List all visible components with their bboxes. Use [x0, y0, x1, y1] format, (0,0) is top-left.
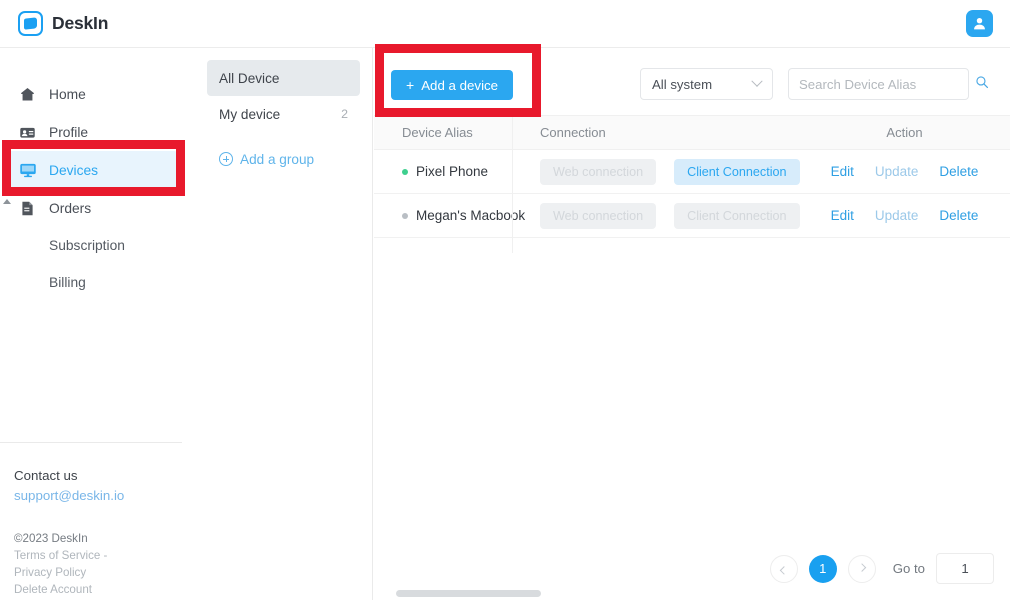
collapse-caret-icon[interactable] [3, 199, 11, 204]
sidebar-subitem-label: Subscription [49, 238, 125, 253]
table-row: Pixel Phone Web connection Client Connec… [374, 150, 1010, 194]
profile-icon [18, 123, 37, 142]
add-group-button[interactable]: Add a group [207, 146, 360, 172]
client-connection-button[interactable]: Client Connection [674, 158, 800, 185]
cell-connection: Web connection Client Connection [512, 202, 812, 229]
delete-button[interactable]: Delete [939, 164, 978, 179]
cell-actions: Edit Update Delete [812, 164, 997, 179]
legal-block: ©2023 DeskIn Terms of Service - Privacy … [14, 530, 107, 598]
left-sidebar: Home Profile Devices Orders Subscription… [0, 48, 195, 600]
prev-page-button[interactable] [769, 554, 798, 583]
cell-device-alias: Megan's Macbook [374, 208, 525, 223]
sidebar-item-profile[interactable]: Profile [0, 113, 195, 151]
search-device-alias-box[interactable] [788, 68, 989, 100]
plus-circle-icon [219, 152, 233, 166]
plus-icon: + [406, 77, 415, 93]
contact-block: Contact us support@deskin.io [14, 466, 124, 506]
edit-button[interactable]: Edit [831, 164, 854, 179]
column-header-action: Action [886, 125, 923, 140]
chevron-right-icon [857, 562, 866, 572]
status-dot-offline [402, 212, 408, 219]
cell-device-alias: Pixel Phone [374, 164, 512, 179]
support-email-link[interactable]: support@deskin.io [14, 486, 124, 506]
search-input[interactable] [799, 76, 975, 92]
cell-actions: Edit Update Delete [812, 208, 997, 223]
main-content: + Add a device All system Device Alia [374, 48, 1010, 600]
device-table: Device Alias Connection Action Pixel Pho… [374, 116, 1010, 600]
chevron-left-icon [779, 565, 788, 575]
client-connection-button: Client Connection [674, 202, 800, 229]
cell-connection: Web connection Client Connection [512, 158, 812, 185]
sidebar-item-label: Home [49, 86, 86, 102]
sidebar-subitem-label: Billing [49, 275, 86, 290]
search-icon[interactable] [975, 75, 989, 94]
deskin-logo-icon [18, 11, 43, 36]
document-icon [18, 199, 37, 218]
home-icon [18, 85, 37, 104]
sidebar-item-billing[interactable]: Billing [0, 264, 195, 301]
column-header-device-alias: Device Alias [402, 125, 473, 140]
sidebar-item-devices[interactable]: Devices [8, 151, 178, 189]
top-bar: DeskIn [0, 0, 1010, 48]
add-device-label: Add a device [421, 77, 499, 93]
contact-label: Contact us [14, 468, 78, 483]
user-avatar-icon[interactable] [966, 10, 993, 37]
sidebar-item-label: Devices [49, 162, 99, 178]
group-item-count: 2 [341, 107, 348, 121]
sidebar-nav: Home Profile Devices Orders Subscription… [0, 48, 195, 301]
update-button[interactable]: Update [875, 208, 919, 223]
device-alias-text: Pixel Phone [416, 164, 489, 179]
goto-page-input[interactable] [936, 553, 994, 584]
brand: DeskIn [18, 11, 108, 36]
add-group-label: Add a group [240, 151, 315, 167]
deskin-web-console: DeskIn Home Profile Devices Orders Subsc… [0, 0, 1010, 600]
horizontal-scrollbar[interactable] [396, 590, 541, 597]
terms-of-service-link[interactable]: Terms of Service - [14, 547, 107, 564]
update-button[interactable]: Update [875, 164, 919, 179]
group-item-my-device[interactable]: My device 2 [207, 96, 360, 132]
system-filter-select[interactable]: All system [640, 68, 773, 100]
sidebar-item-label: Orders [49, 200, 92, 216]
sidebar-item-home[interactable]: Home [0, 75, 195, 113]
table-row: Megan's Macbook Web connection Client Co… [374, 194, 1010, 238]
copyright-text: ©2023 DeskIn [14, 532, 88, 545]
device-toolbar: + Add a device All system [374, 48, 1010, 116]
status-dot-online [402, 168, 408, 175]
sidebar-item-orders[interactable]: Orders [0, 189, 195, 227]
monitor-icon [18, 161, 37, 180]
delete-button[interactable]: Delete [939, 208, 978, 223]
delete-account-link[interactable]: Delete Account [14, 581, 107, 598]
system-filter-value: All system [652, 76, 713, 92]
brand-name: DeskIn [52, 13, 109, 33]
web-connection-button: Web connection [540, 202, 657, 229]
web-connection-button: Web connection [540, 158, 657, 185]
goto-label: Go to [892, 561, 925, 576]
device-alias-text: Megan's Macbook [416, 208, 526, 223]
group-item-label: My device [219, 106, 281, 122]
edit-button[interactable]: Edit [831, 208, 854, 223]
privacy-policy-link[interactable]: Privacy Policy [14, 564, 107, 581]
page-number-1[interactable]: 1 [808, 554, 837, 583]
add-device-button[interactable]: + Add a device [391, 70, 514, 100]
sidebar-divider [0, 442, 182, 443]
sidebar-item-label: Profile [49, 124, 89, 140]
sidebar-item-subscription[interactable]: Subscription [0, 227, 195, 264]
group-item-label: All Device [219, 70, 280, 86]
group-item-all-device[interactable]: All Device [207, 60, 360, 96]
column-header-connection: Connection [540, 125, 606, 140]
pagination: 1 Go to [769, 553, 994, 584]
chevron-down-icon [751, 75, 763, 87]
table-header-row: Device Alias Connection Action [374, 116, 1010, 150]
next-page-button[interactable] [847, 554, 876, 583]
sticky-column-divider [512, 116, 513, 253]
device-group-panel: All Device My device 2 Add a group [195, 48, 373, 600]
